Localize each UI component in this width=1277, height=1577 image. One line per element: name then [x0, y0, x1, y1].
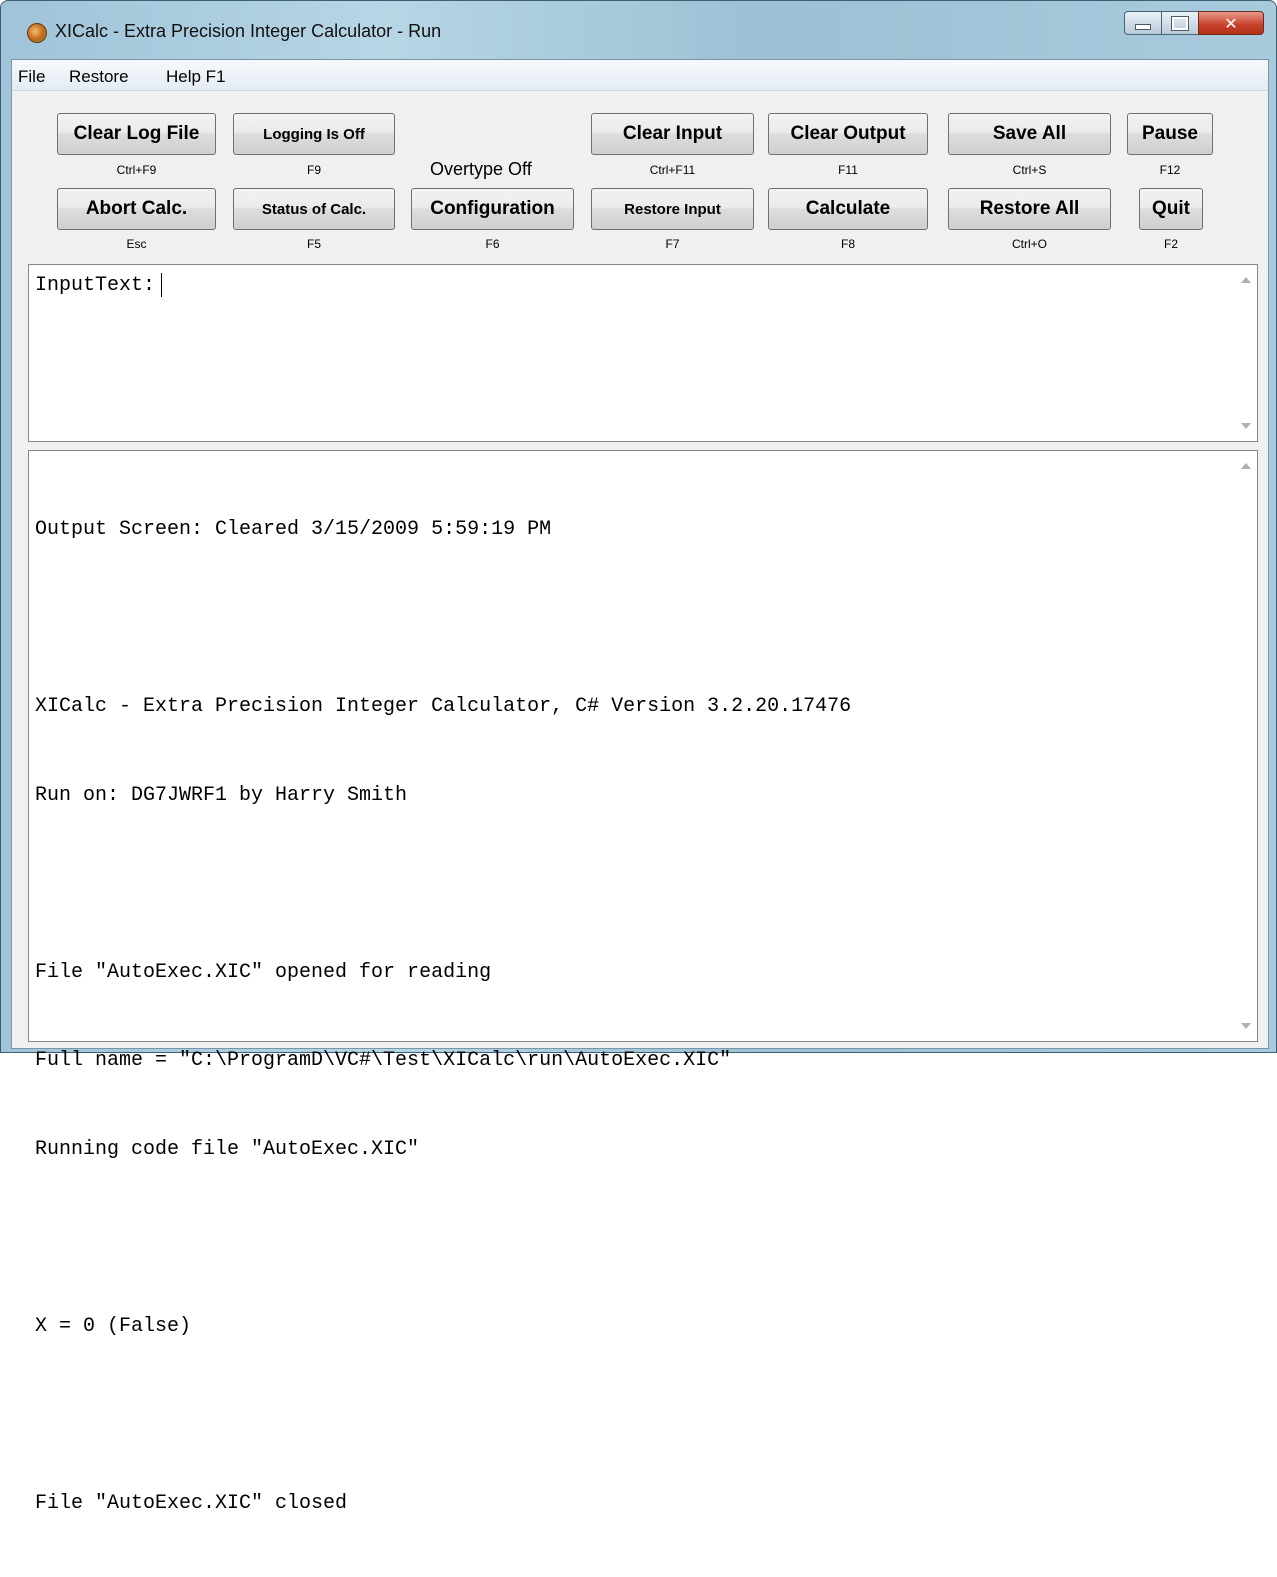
- output-line: File "AutoExec.XIC" opened for reading: [35, 960, 492, 984]
- clear-input-shortcut: Ctrl+F11: [649, 163, 696, 177]
- scroll-down-icon[interactable]: [1241, 423, 1251, 429]
- output-line: X = 0 (False): [35, 1314, 192, 1338]
- maximize-button[interactable]: [1161, 11, 1199, 35]
- pause-shortcut: F12: [1159, 163, 1181, 177]
- restore-input-button[interactable]: Restore Input: [591, 188, 754, 230]
- configuration-button[interactable]: Configuration: [411, 188, 574, 230]
- abort-calc-button[interactable]: Abort Calc.: [57, 188, 216, 230]
- caption-buttons: ✕: [1124, 11, 1264, 35]
- save-all-shortcut: Ctrl+S: [1012, 163, 1047, 177]
- configuration-shortcut: F6: [485, 237, 500, 251]
- clear-log-file-button[interactable]: Clear Log File: [57, 113, 216, 155]
- restore-all-button[interactable]: Restore All: [948, 188, 1111, 230]
- quit-shortcut: F2: [1163, 237, 1178, 251]
- client-area: File Restore Help F1 Clear Log File Ctrl…: [11, 59, 1269, 1515]
- calculate-shortcut: F8: [840, 237, 855, 251]
- output-content: Output Screen: Cleared 3/15/2009 5:59:19…: [35, 456, 851, 1577]
- close-icon: ✕: [1224, 13, 1238, 33]
- clear-log-file-shortcut: Ctrl+F9: [116, 163, 157, 177]
- logging-toggle-button[interactable]: Logging Is Off: [233, 113, 395, 155]
- menu-file[interactable]: File: [18, 67, 45, 87]
- quit-button[interactable]: Quit: [1139, 188, 1203, 230]
- status-of-calc-button[interactable]: Status of Calc.: [233, 188, 395, 230]
- app-icon[interactable]: [27, 23, 47, 43]
- close-button[interactable]: ✕: [1198, 11, 1264, 35]
- text-caret: [161, 272, 163, 297]
- minimize-button[interactable]: [1124, 11, 1162, 35]
- scroll-up-icon[interactable]: [1241, 277, 1251, 283]
- output-line: ​: [35, 1223, 851, 1253]
- output-line: Full name = "C:\ProgramD\VC#\Test\XICalc…: [35, 1049, 732, 1072]
- clear-output-button[interactable]: Clear Output: [768, 113, 928, 155]
- output-line: ​: [35, 869, 851, 899]
- calculate-button[interactable]: Calculate: [768, 188, 928, 230]
- output-line: ​: [35, 1400, 851, 1430]
- output-line: XICalc - Extra Precision Integer Calcula…: [35, 695, 852, 718]
- window-title: XICalc - Extra Precision Integer Calcula…: [55, 21, 442, 41]
- output-line: File "AutoExec.XIC" closed: [35, 1491, 348, 1515]
- menu-bar: File Restore Help F1: [12, 60, 1268, 91]
- scroll-up-icon[interactable]: [1241, 463, 1251, 469]
- input-scrollbar[interactable]: [1237, 265, 1257, 441]
- status-of-calc-shortcut: F5: [306, 237, 321, 251]
- restore-all-shortcut: Ctrl+O: [1011, 237, 1047, 251]
- input-prompt: InputText:: [35, 274, 156, 297]
- menu-help[interactable]: Help F1: [166, 67, 226, 87]
- clear-output-shortcut: F11: [838, 163, 858, 177]
- title-bar[interactable]: XICalc - Extra Precision Integer Calcula…: [1, 1, 1276, 57]
- output-scrollbar[interactable]: [1237, 451, 1257, 1041]
- restore-input-shortcut: F7: [665, 237, 680, 251]
- logging-toggle-shortcut: F9: [306, 163, 321, 177]
- pause-button[interactable]: Pause: [1127, 113, 1213, 155]
- output-textarea[interactable]: Output Screen: Cleared 3/15/2009 5:59:19…: [28, 450, 1258, 1515]
- app-window: XICalc - Extra Precision Integer Calcula…: [0, 0, 1277, 1515]
- scroll-down-icon[interactable]: [1241, 1023, 1251, 1029]
- menu-restore[interactable]: Restore: [69, 67, 129, 87]
- abort-calc-shortcut: Esc: [126, 237, 147, 251]
- input-textarea[interactable]: InputText:: [28, 264, 1258, 442]
- clear-input-button[interactable]: Clear Input: [591, 113, 754, 155]
- output-line: Running code file "AutoExec.XIC": [35, 1137, 420, 1161]
- input-line: InputText:: [35, 271, 163, 301]
- output-line: Output Screen: Cleared 3/15/2009 5:59:19…: [35, 518, 552, 541]
- save-all-button[interactable]: Save All: [948, 113, 1111, 155]
- output-line: Run on: DG7JWRF1 by Harry Smith: [35, 783, 408, 807]
- overtype-status: Overtype Off: [430, 159, 532, 179]
- maximize-icon: [1171, 15, 1189, 31]
- output-line: ​: [35, 604, 851, 634]
- minimize-icon: [1135, 24, 1151, 30]
